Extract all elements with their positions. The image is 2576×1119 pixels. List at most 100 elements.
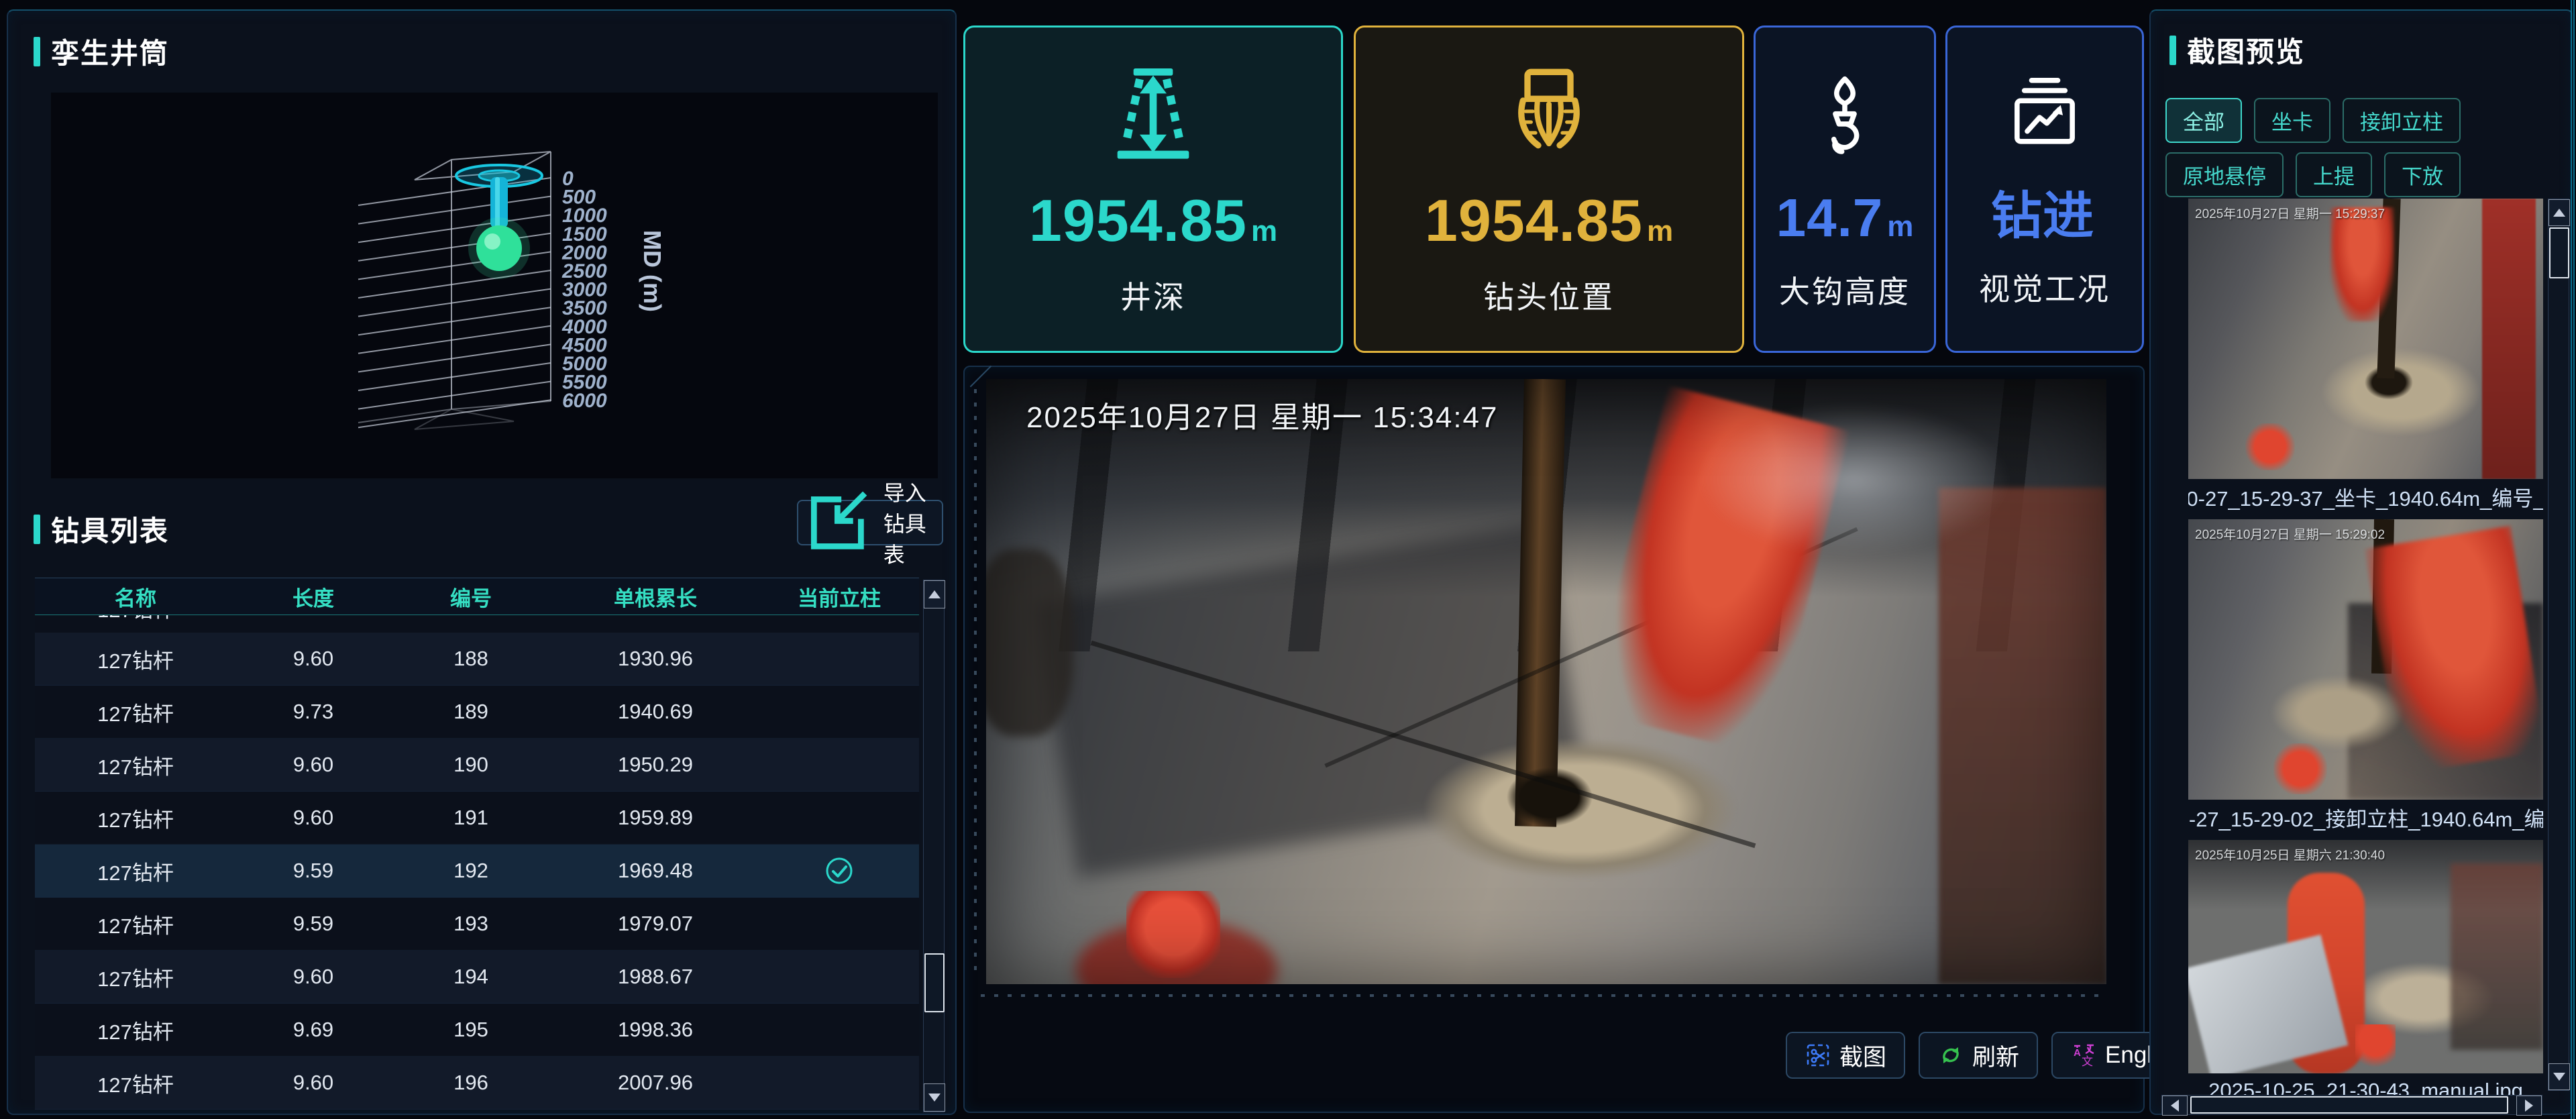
wellbore-3d-svg: 0500100015002000250030003500400045005000… bbox=[51, 93, 938, 478]
drill-bit-icon bbox=[1495, 60, 1603, 174]
table-cell: 194 bbox=[390, 965, 551, 989]
refresh-icon bbox=[1937, 1042, 1964, 1069]
stat-card-visual-condition: 钻进 视觉工况 bbox=[1945, 25, 2144, 353]
arrow-down-icon bbox=[928, 1094, 941, 1102]
svg-text:文: 文 bbox=[2082, 1055, 2093, 1068]
thumbnail-timestamp-overlay: 2025年10月27日 星期一 15:29:02 bbox=[2195, 525, 2385, 543]
visual-condition-value: 钻进 bbox=[1991, 191, 2098, 242]
table-cell: 1969.48 bbox=[551, 859, 759, 883]
scroll-left-button[interactable] bbox=[2162, 1096, 2188, 1116]
table-cell: 1940.69 bbox=[551, 700, 759, 724]
screenshot-thumbnail[interactable]: 2025年10月27日 星期一 15:29:0210-27_15-29-02_接… bbox=[2188, 519, 2543, 832]
table-cell: 189 bbox=[390, 700, 551, 724]
filter-button-上提[interactable]: 上提 bbox=[2296, 152, 2372, 197]
arrow-up-icon bbox=[928, 590, 941, 598]
well-depth-label: 井深 bbox=[1120, 273, 1186, 317]
table-cell: 127钻杆 bbox=[35, 909, 236, 939]
wellbore-3d-view[interactable]: 0500100015002000250030003500400045005000… bbox=[51, 93, 938, 478]
import-icon bbox=[798, 484, 877, 562]
table-cell: 9.60 bbox=[236, 965, 390, 989]
preview-filter-group: 全部坐卡接卸立柱原地悬停上提下放 bbox=[2165, 98, 2568, 197]
wellbore-section-title: 孪生井筒 bbox=[34, 31, 169, 72]
accent-bar bbox=[2169, 36, 2176, 65]
table-cell: 191 bbox=[390, 806, 551, 830]
import-drill-table-button[interactable]: 导入钻具表 bbox=[797, 500, 943, 545]
stat-card-bit-position: 1954.85m 钻头位置 bbox=[1354, 25, 1744, 353]
bit-position-label: 钻头位置 bbox=[1483, 273, 1615, 317]
filter-button-坐卡[interactable]: 坐卡 bbox=[2254, 98, 2330, 143]
scrollbar-thumb[interactable] bbox=[2190, 1096, 2508, 1114]
table-cell: 9.60 bbox=[236, 753, 390, 777]
filter-button-下放[interactable]: 下放 bbox=[2384, 152, 2461, 197]
table-header-row: 名称长度编号单根累长当前立柱 bbox=[35, 578, 919, 615]
drill-table-row: 127钻杆9.601881930.96 bbox=[35, 633, 919, 686]
table-cell: 1979.07 bbox=[551, 912, 759, 936]
arrow-down-icon bbox=[2553, 1073, 2565, 1081]
table-cell: 9.60 bbox=[236, 647, 390, 671]
action-button-row: 截图 刷新 A 文 English bbox=[1786, 1032, 2201, 1079]
table-cell: 127钻杆 bbox=[35, 1068, 236, 1098]
table-cell: 9.59 bbox=[236, 912, 390, 936]
table-cell: 1988.67 bbox=[551, 965, 759, 989]
drill-table-row: 127钻杆9.731891940.69 bbox=[35, 686, 919, 739]
refresh-button[interactable]: 刷新 bbox=[1919, 1032, 2038, 1079]
screenshot-thumbnail[interactable]: 2025年10月27日 星期一 15:29:3710-27_15-29-37_坐… bbox=[2188, 199, 2543, 511]
live-video-feed bbox=[986, 379, 2106, 984]
scroll-down-button[interactable] bbox=[924, 1083, 945, 1112]
md-tick-label: 6000 bbox=[562, 390, 607, 412]
arrow-right-icon bbox=[2525, 1100, 2533, 1112]
drill-list-section-title: 钻具列表 bbox=[34, 509, 169, 549]
thumbnail-caption: 10-27_15-29-37_坐卡_1940.64m_编号_1 bbox=[2188, 482, 2543, 511]
preview-scrollbar-vertical[interactable] bbox=[2548, 199, 2569, 1091]
table-cell: 127钻杆 bbox=[35, 697, 236, 727]
table-cell: 9.59 bbox=[236, 859, 390, 883]
table-cell: 190 bbox=[390, 753, 551, 777]
table-cell: 1959.89 bbox=[551, 806, 759, 830]
screenshot-button-label: 截图 bbox=[1839, 1038, 1886, 1073]
screenshot-icon bbox=[1805, 1042, 1831, 1069]
column-header: 单根累长 bbox=[551, 582, 759, 612]
scroll-right-button[interactable] bbox=[2516, 1096, 2542, 1116]
video-timestamp-overlay: 2025年10月27日 星期一 15:34:47 bbox=[1026, 393, 1499, 436]
preview-scrollbar-horizontal[interactable] bbox=[2161, 1095, 2542, 1115]
accent-bar bbox=[34, 515, 40, 544]
table-body: 127钻杆9.601871921.36127钻杆9.601881930.9612… bbox=[35, 615, 919, 1112]
scroll-up-button[interactable] bbox=[2548, 199, 2570, 226]
table-cell: 188 bbox=[390, 647, 551, 671]
hook-icon bbox=[1801, 60, 1888, 174]
panel-title: 截图预览 bbox=[2187, 30, 2305, 70]
table-scrollbar[interactable] bbox=[923, 580, 945, 1112]
screenshot-thumbnail[interactable]: 2025年10月25日 星期六 21:30:402025-10-25_21-30… bbox=[2188, 840, 2543, 1106]
thumbnail-image: 2025年10月27日 星期一 15:29:02 bbox=[2188, 519, 2543, 800]
panel-title: 钻具列表 bbox=[51, 509, 169, 549]
scrollbar-thumb[interactable] bbox=[2549, 227, 2569, 278]
wireframe-box bbox=[358, 152, 551, 429]
scroll-up-button[interactable] bbox=[924, 580, 945, 608]
filter-button-接卸立柱[interactable]: 接卸立柱 bbox=[2343, 98, 2461, 143]
panel-title: 孪生井筒 bbox=[51, 31, 169, 72]
md-axis-label: MD (m) bbox=[639, 230, 666, 312]
drill-table-row: 127钻杆9.601871921.36 bbox=[35, 615, 919, 633]
drill-tool-table: 名称长度编号单根累长当前立柱 127钻杆9.601871921.36127钻杆9… bbox=[35, 578, 919, 1112]
table-cell: 2007.96 bbox=[551, 1071, 759, 1095]
table-cell: 127钻杆 bbox=[35, 856, 236, 886]
filter-button-原地悬停[interactable]: 原地悬停 bbox=[2165, 152, 2284, 197]
table-cell: 127钻杆 bbox=[35, 962, 236, 992]
table-cell: 1998.36 bbox=[551, 1018, 759, 1042]
table-cell: 9.60 bbox=[236, 615, 390, 620]
scrollbar-thumb[interactable] bbox=[924, 953, 945, 1012]
twin-wellbore-panel: 孪生井筒 05001000150020002500300035004000450… bbox=[7, 9, 957, 1115]
filter-button-全部[interactable]: 全部 bbox=[2165, 98, 2242, 143]
drilling-dashboard: 孪生井筒 05001000150020002500300035004000450… bbox=[0, 0, 2576, 1119]
table-cell: 192 bbox=[390, 859, 551, 883]
scroll-down-button[interactable] bbox=[2548, 1063, 2570, 1090]
column-header: 名称 bbox=[35, 582, 236, 612]
wellbore-pipe bbox=[456, 165, 542, 279]
thumbnail-list: 2025年10月27日 星期一 15:29:3710-27_15-29-37_坐… bbox=[2188, 199, 2543, 1114]
thumbnail-image: 2025年10月25日 星期六 21:30:40 bbox=[2188, 840, 2543, 1073]
screenshot-button[interactable]: 截图 bbox=[1786, 1032, 1905, 1079]
hook-height-label: 大钩高度 bbox=[1779, 268, 1911, 312]
well-depth-value: 1954.85m bbox=[1029, 191, 1277, 250]
clipped-table-row: 127钻杆9.601871921.36 bbox=[35, 615, 919, 633]
table-cell: 9.60 bbox=[236, 1071, 390, 1095]
